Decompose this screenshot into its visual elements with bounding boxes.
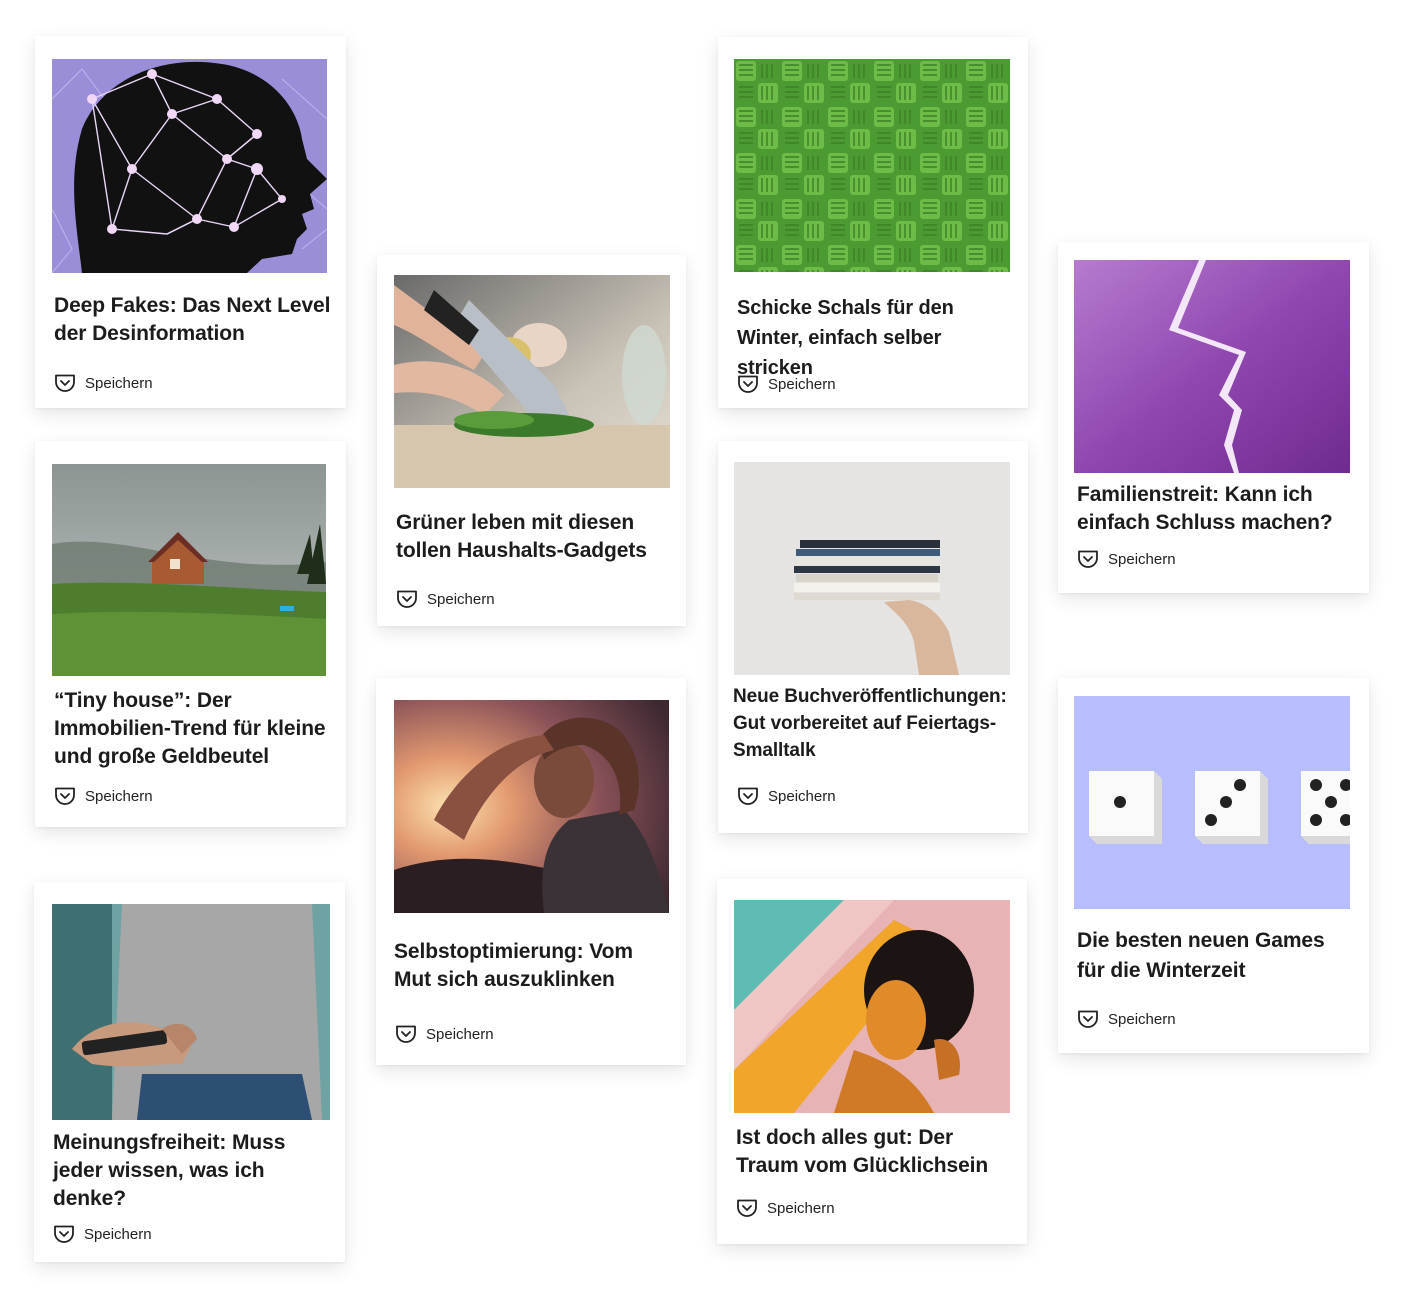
save-label: Speichern bbox=[427, 590, 495, 608]
article-image[interactable] bbox=[52, 59, 327, 273]
article-card[interactable]: Selbstoptimierung: Vom Mut sich auszukli… bbox=[376, 678, 686, 1065]
article-card[interactable]: Meinungsfreiheit: Muss jeder wissen, was… bbox=[34, 882, 345, 1262]
save-label: Speichern bbox=[1108, 550, 1176, 568]
save-label: Speichern bbox=[426, 1025, 494, 1043]
article-image[interactable] bbox=[734, 900, 1010, 1113]
article-image[interactable] bbox=[1074, 696, 1350, 909]
save-label: Speichern bbox=[768, 375, 836, 393]
save-label: Speichern bbox=[84, 1225, 152, 1243]
pocket-save-icon bbox=[53, 784, 77, 808]
article-image[interactable] bbox=[52, 464, 326, 676]
save-button[interactable]: Speichern bbox=[395, 587, 495, 611]
save-button[interactable]: Speichern bbox=[736, 372, 836, 396]
article-card[interactable]: Die besten neuen Games für die Winterzei… bbox=[1058, 678, 1369, 1053]
article-image[interactable] bbox=[52, 904, 330, 1120]
article-card[interactable]: Schicke Schals für den Winter, einfach s… bbox=[718, 37, 1028, 408]
save-button[interactable]: Speichern bbox=[53, 371, 153, 395]
pocket-save-icon bbox=[394, 1022, 418, 1046]
save-button[interactable]: Speichern bbox=[1076, 1007, 1176, 1031]
pocket-save-icon bbox=[735, 1196, 759, 1220]
pocket-save-icon bbox=[1076, 547, 1100, 571]
pocket-save-icon bbox=[52, 1222, 76, 1246]
save-button[interactable]: Speichern bbox=[1076, 547, 1176, 571]
article-image[interactable] bbox=[734, 59, 1010, 272]
article-title[interactable]: Grüner leben mit diesen tollen Haushalts… bbox=[396, 509, 674, 565]
article-title[interactable]: Neue Buchveröffentlichungen: Gut vorbere… bbox=[733, 683, 1016, 764]
article-card[interactable]: Familienstreit: Kann ich einfach Schluss… bbox=[1058, 242, 1369, 593]
pocket-save-icon bbox=[395, 587, 419, 611]
article-title[interactable]: Meinungsfreiheit: Muss jeder wissen, was… bbox=[53, 1129, 333, 1213]
article-image[interactable] bbox=[394, 700, 669, 913]
article-card[interactable]: “Tiny house”: Der Immobilien-Trend für k… bbox=[35, 441, 346, 827]
save-button[interactable]: Speichern bbox=[735, 1196, 835, 1220]
article-image[interactable] bbox=[1074, 260, 1350, 473]
article-card[interactable]: Deep Fakes: Das Next Level der Desinform… bbox=[35, 36, 346, 408]
pocket-save-icon bbox=[53, 371, 77, 395]
article-card[interactable]: Neue Buchveröffentlichungen: Gut vorbere… bbox=[718, 441, 1028, 833]
save-label: Speichern bbox=[1108, 1010, 1176, 1028]
article-title[interactable]: “Tiny house”: Der Immobilien-Trend für k… bbox=[54, 687, 334, 771]
pocket-save-icon bbox=[736, 372, 760, 396]
save-button[interactable]: Speichern bbox=[53, 784, 153, 808]
article-title[interactable]: Schicke Schals für den Winter, einfach s… bbox=[737, 293, 1016, 383]
save-label: Speichern bbox=[85, 787, 153, 805]
article-card[interactable]: Ist doch alles gut: Der Traum vom Glückl… bbox=[717, 879, 1027, 1244]
article-card[interactable]: Grüner leben mit diesen tollen Haushalts… bbox=[377, 255, 686, 626]
article-title[interactable]: Deep Fakes: Das Next Level der Desinform… bbox=[54, 292, 334, 348]
pocket-save-icon bbox=[736, 784, 760, 808]
article-title[interactable]: Familienstreit: Kann ich einfach Schluss… bbox=[1077, 481, 1357, 537]
article-image[interactable] bbox=[394, 275, 670, 488]
save-button[interactable]: Speichern bbox=[736, 784, 836, 808]
article-title[interactable]: Ist doch alles gut: Der Traum vom Glückl… bbox=[736, 1124, 1015, 1180]
article-title[interactable]: Die besten neuen Games für die Winterzei… bbox=[1077, 926, 1357, 986]
save-label: Speichern bbox=[767, 1199, 835, 1217]
article-image[interactable] bbox=[734, 462, 1010, 675]
pocket-save-icon bbox=[1076, 1007, 1100, 1031]
save-label: Speichern bbox=[768, 787, 836, 805]
save-label: Speichern bbox=[85, 374, 153, 392]
save-button[interactable]: Speichern bbox=[52, 1222, 152, 1246]
save-button[interactable]: Speichern bbox=[394, 1022, 494, 1046]
article-title[interactable]: Selbstoptimierung: Vom Mut sich auszukli… bbox=[394, 938, 674, 994]
